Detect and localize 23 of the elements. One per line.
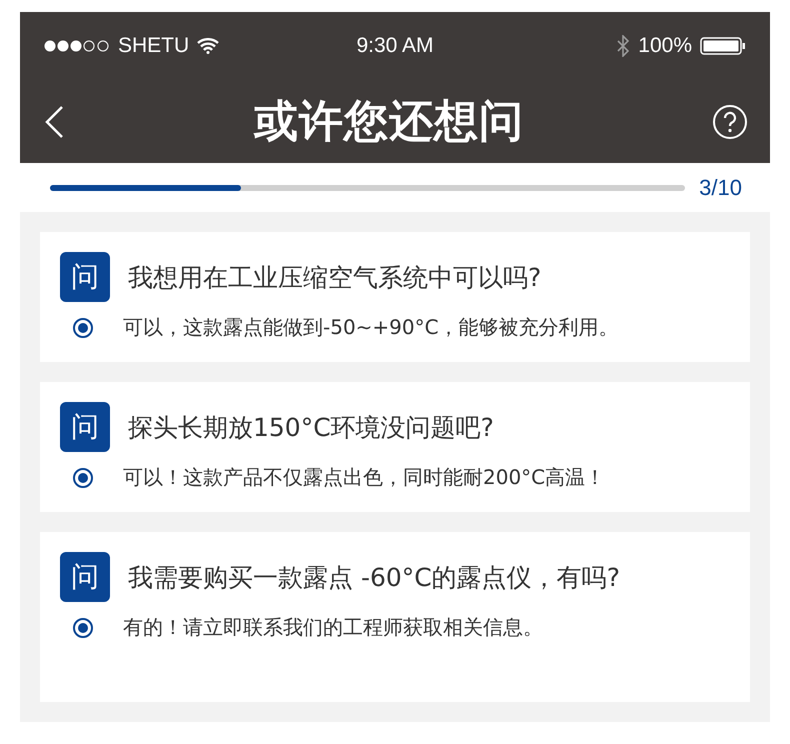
battery-icon <box>700 37 746 55</box>
question-badge: 问 <box>60 252 110 302</box>
carrier-name: SHETU <box>118 34 190 58</box>
question-text: 探头长期放150°C环境没问题吧? <box>128 412 494 444</box>
question-text: 我需要购买一款露点 -60°C的露点仪，有吗? <box>128 562 620 594</box>
page-title: 或许您还想问 <box>254 95 524 149</box>
progress-count: 3/10 <box>699 174 742 200</box>
clock-time: 9:30 AM <box>356 34 434 58</box>
signal-icon <box>44 40 110 52</box>
back-button[interactable] <box>44 104 66 138</box>
answer-text: 可以！这款产品不仅露点出色，同时能耐200°C高温！ <box>123 464 606 491</box>
question-text: 我想用在工业压缩空气系统中可以吗? <box>128 262 542 294</box>
question-badge: 问 <box>60 552 110 602</box>
answer-text: 可以，这款露点能做到-50~+90°C，能够被充分利用。 <box>123 314 619 341</box>
radio-button[interactable] <box>73 468 93 488</box>
bluetooth-icon <box>616 35 630 57</box>
battery-percent: 100% <box>638 34 692 58</box>
help-button[interactable] <box>712 104 748 140</box>
radio-button[interactable] <box>73 618 93 638</box>
wifi-icon <box>197 38 220 54</box>
answer-text: 有的！请立即联系我们的工程师获取相关信息。 <box>123 614 543 641</box>
question-badge: 问 <box>60 402 110 452</box>
radio-button[interactable] <box>73 318 93 338</box>
